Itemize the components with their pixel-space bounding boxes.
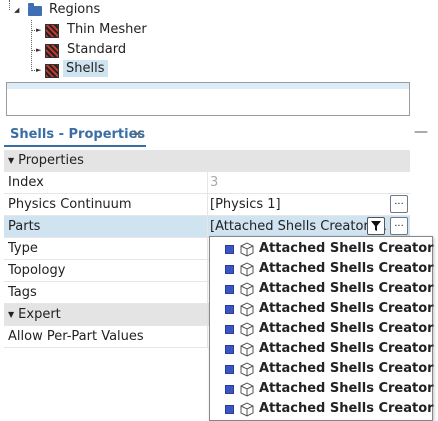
dropdown-item-label: Attached Shells Creator 2 (259, 261, 438, 276)
part-cube-icon (240, 402, 254, 417)
dropdown-item[interactable]: Attached Shells Creator 2 (210, 259, 438, 279)
property-key: Physics Continuum (8, 197, 132, 212)
close-icon[interactable]: × (132, 127, 143, 142)
part-marker-icon (225, 365, 234, 374)
column-divider (207, 172, 208, 193)
tree-footer-frame (6, 82, 410, 116)
property-key: Parts (8, 219, 41, 234)
column-divider (207, 260, 208, 281)
property-value-parts[interactable]: [Attached Shells Creator, A (210, 219, 386, 234)
category-label: ▼ Expert (8, 307, 61, 322)
dropdown-item[interactable]: Attached Shells Creator 6 (210, 339, 438, 359)
category-properties[interactable]: ▼ Properties (4, 150, 410, 172)
region-tree: ◢ Regions ► Thin Mesher ► Standard ► She… (0, 0, 415, 118)
expand-arrow-icon[interactable]: ► (36, 26, 41, 34)
dropdown-item[interactable]: Attached Shells Creator (210, 239, 434, 259)
column-divider (207, 326, 208, 347)
property-key: Type (8, 241, 38, 256)
dropdown-item[interactable]: Attached Shells Creator 4 (210, 299, 438, 319)
column-divider (207, 194, 208, 215)
collapse-arrow-icon[interactable]: ▼ (8, 310, 14, 319)
tree-node-label: Shells (63, 60, 108, 77)
property-row-index[interactable]: Index 3 (4, 172, 410, 194)
physics-continuum-browse-button[interactable]: ... (390, 195, 408, 213)
property-key: Tags (8, 285, 37, 300)
property-key: Allow Per-Part Values (8, 329, 144, 344)
tree-node-shells[interactable]: ► Shells (0, 60, 160, 80)
tree-node-label: Thin Mesher (67, 22, 147, 37)
part-cube-icon (240, 242, 254, 257)
property-value-physics-continuum[interactable]: [Physics 1] (210, 197, 281, 212)
property-key: Topology (8, 263, 66, 278)
part-marker-icon (225, 305, 234, 314)
part-cube-icon (240, 382, 254, 397)
property-key: Index (8, 175, 44, 190)
tree-node-label: Regions (49, 2, 101, 17)
part-marker-icon (225, 405, 234, 414)
property-row-parts[interactable]: Parts [Attached Shells Creator, A ... (4, 216, 410, 238)
dropdown-item[interactable]: Attached Shells Creator 7 (210, 359, 438, 379)
filter-icon[interactable] (367, 217, 385, 235)
tree-scrollbar[interactable] (414, 0, 438, 118)
part-marker-icon (225, 245, 234, 254)
part-marker-icon (225, 265, 234, 274)
category-properties-label: Properties (18, 153, 84, 168)
collapse-arrow-icon[interactable]: ▼ (8, 156, 14, 165)
dropdown-item-label: Attached Shells Creator 7 (259, 361, 438, 376)
minimize-icon[interactable]: — (414, 124, 428, 140)
part-cube-icon (240, 342, 254, 357)
part-cube-icon (240, 322, 254, 337)
column-divider (207, 216, 208, 237)
property-row-physics-continuum[interactable]: Physics Continuum [Physics 1] ... (4, 194, 410, 216)
part-marker-icon (225, 385, 234, 394)
part-cube-icon (240, 362, 254, 377)
part-cube-icon (240, 302, 254, 317)
parts-dropdown-list: Attached Shells Creator Attached Shells C… (209, 236, 438, 421)
region-icon (45, 24, 59, 38)
tree-node-thin-mesher[interactable]: ► Thin Mesher (0, 20, 160, 40)
dropdown-item-label: Attached Shells Creator (259, 241, 434, 256)
region-icon (45, 64, 59, 78)
dropdown-item-label: Attached Shells Creator 8 (259, 381, 438, 396)
part-marker-icon (225, 285, 234, 294)
expand-arrow-icon[interactable]: ► (36, 46, 41, 54)
part-marker-icon (225, 325, 234, 334)
region-icon (45, 44, 59, 58)
tree-node-standard[interactable]: ► Standard (0, 40, 160, 60)
dropdown-item[interactable]: Attached Shells Creator 9 (210, 399, 438, 419)
dropdown-item-label: Attached Shells Creator 5 (259, 321, 438, 336)
part-marker-icon (225, 345, 234, 354)
collapse-arrow-icon[interactable]: ◢ (14, 6, 19, 14)
dropdown-item[interactable]: Attached Shells Creator 8 (210, 379, 438, 399)
tab-shells-properties[interactable]: Shells - Properties (10, 127, 145, 142)
part-cube-icon (240, 282, 254, 297)
property-value-index: 3 (210, 175, 219, 190)
active-tab-indicator (4, 145, 146, 147)
category-label: ▼ Properties (8, 153, 84, 168)
dropdown-item[interactable]: Attached Shells Creator 3 (210, 279, 438, 299)
dropdown-item-label: Attached Shells Creator 4 (259, 301, 438, 316)
tree-node-regions[interactable]: ◢ Regions (0, 0, 140, 20)
tree-footer-highlight (7, 83, 409, 89)
dropdown-item[interactable]: Attached Shells Creator 5 (210, 319, 438, 339)
expand-arrow-icon[interactable]: ► (36, 66, 41, 74)
column-divider (207, 238, 208, 259)
folder-icon (28, 3, 42, 16)
column-divider (207, 282, 208, 303)
category-expert-label: Expert (18, 307, 61, 322)
tree-node-label: Standard (67, 42, 127, 57)
parts-browse-button[interactable]: ... (390, 217, 408, 235)
part-cube-icon (240, 262, 254, 277)
dropdown-item-label: Attached Shells Creator 6 (259, 341, 438, 356)
dropdown-item-label: Attached Shells Creator 9 (259, 401, 438, 416)
dropdown-item-label: Attached Shells Creator 3 (259, 281, 438, 296)
